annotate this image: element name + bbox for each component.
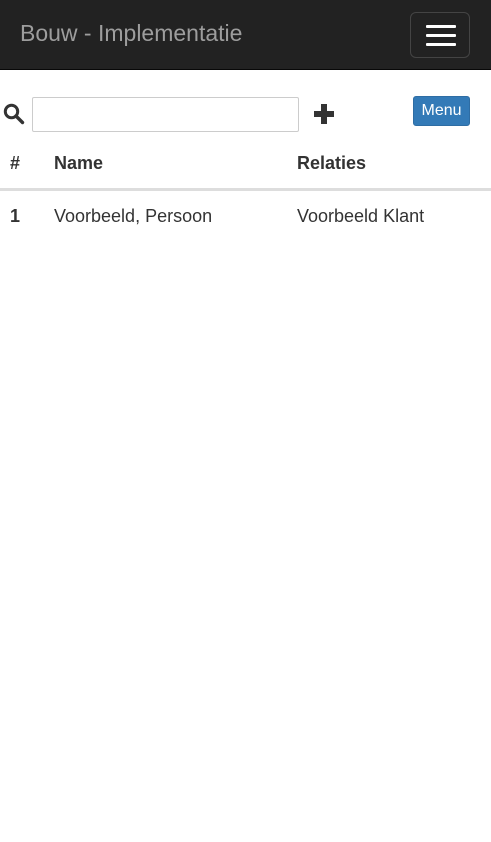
persons-table: # Name Relaties 1 Voorbeeld, Persoon Voo… bbox=[0, 138, 491, 241]
navbar: Bouw - Implementatie bbox=[0, 0, 491, 70]
table-header-row: # Name Relaties bbox=[0, 138, 491, 191]
column-header-name[interactable]: Name bbox=[54, 138, 297, 191]
app-title[interactable]: Bouw - Implementatie bbox=[20, 19, 242, 47]
column-header-number[interactable]: # bbox=[0, 138, 54, 191]
menu-button[interactable]: Menu bbox=[413, 96, 470, 126]
navbar-toggle-button[interactable] bbox=[410, 12, 470, 58]
hamburger-menu-icon bbox=[426, 43, 456, 46]
toolbar: Menu bbox=[0, 96, 491, 132]
row-number: 1 bbox=[10, 205, 21, 226]
table-row[interactable]: 1 Voorbeeld, Persoon Voorbeeld Klant bbox=[0, 190, 491, 242]
row-name[interactable]: Voorbeeld, Persoon bbox=[54, 190, 297, 242]
row-relations[interactable]: Voorbeeld Klant bbox=[297, 190, 491, 242]
plus-icon[interactable] bbox=[312, 102, 336, 126]
search-icon[interactable] bbox=[3, 103, 25, 125]
hamburger-menu-icon bbox=[426, 34, 456, 37]
column-header-relations[interactable]: Relaties bbox=[297, 138, 491, 191]
hamburger-menu-icon bbox=[426, 25, 456, 28]
search-input[interactable] bbox=[32, 97, 299, 132]
